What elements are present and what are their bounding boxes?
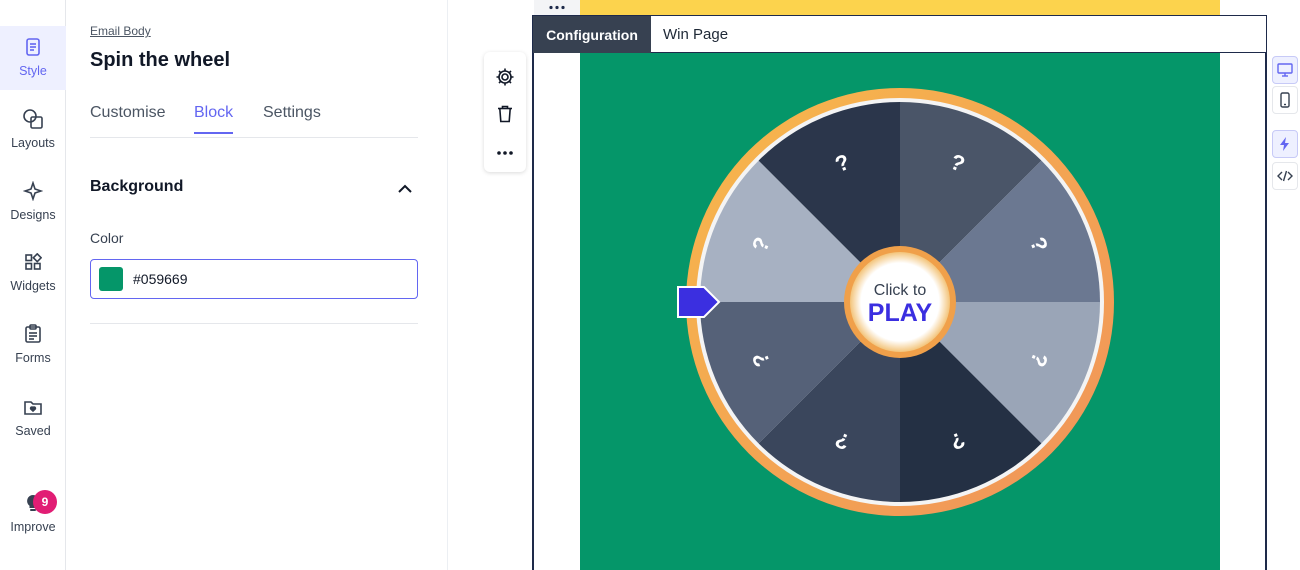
app-root: Style Layouts Designs Widgets Forms Save…: [0, 0, 1300, 570]
forms-icon: [22, 323, 44, 345]
tab-win-page[interactable]: Win Page: [663, 16, 728, 53]
rail-label: Improve: [10, 520, 56, 534]
desktop-icon[interactable]: [1272, 56, 1298, 84]
rail-item-widgets[interactable]: Widgets: [0, 251, 66, 299]
designs-icon: [22, 180, 44, 202]
color-label: Color: [90, 230, 124, 246]
chevron-up-icon[interactable]: [396, 180, 414, 198]
widgets-icon: [22, 251, 44, 273]
saved-icon: [22, 396, 44, 418]
code-icon[interactable]: [1272, 162, 1298, 190]
rail-item-layouts[interactable]: Layouts: [0, 108, 66, 156]
rail-label: Saved: [15, 424, 51, 438]
layouts-icon: [22, 108, 44, 130]
rail-label: Widgets: [10, 279, 56, 293]
hub-text-line1: Click to: [874, 282, 927, 299]
tab-block[interactable]: Block: [194, 104, 234, 134]
tab-settings[interactable]: Settings: [263, 104, 321, 132]
tab-configuration[interactable]: Configuration: [533, 16, 651, 53]
hub-text-line2: PLAY: [868, 299, 933, 327]
rail-item-forms[interactable]: Forms: [0, 323, 66, 371]
wheel-block: ???????? Click to PLAY: [580, 53, 1220, 570]
style-icon: [22, 36, 44, 58]
rail-label: Designs: [10, 208, 56, 222]
tab-customise[interactable]: Customise: [90, 104, 166, 132]
section-title-background: Background: [90, 178, 184, 195]
top-strip: [580, 0, 1220, 15]
lightning-icon[interactable]: [1272, 130, 1298, 158]
color-value: #059669: [133, 271, 188, 287]
mobile-icon[interactable]: [1272, 86, 1298, 114]
left-rail: Style Layouts Designs Widgets Forms Save…: [0, 0, 66, 570]
rail-label: Forms: [15, 351, 51, 365]
settings-panel: Email Body Spin the wheel Customise Bloc…: [66, 0, 448, 570]
view-toolbar: [1270, 52, 1300, 192]
breadcrumb[interactable]: Email Body: [90, 24, 151, 38]
gear-icon[interactable]: [494, 66, 516, 88]
rail-label: Style: [19, 64, 47, 78]
rail-item-improve[interactable]: 9 Improve: [0, 490, 66, 540]
rail-item-style[interactable]: Style: [0, 26, 66, 90]
panel-tabs: Customise Block Settings: [90, 104, 418, 138]
color-swatch[interactable]: [99, 267, 123, 291]
trash-icon[interactable]: [494, 103, 516, 125]
spin-wheel[interactable]: ???????? Click to PLAY: [580, 53, 1220, 570]
more-icon[interactable]: [494, 142, 516, 164]
panel-title: Spin the wheel: [90, 49, 231, 71]
rail-label: Layouts: [11, 136, 55, 150]
drag-handle-icon[interactable]: [534, 0, 580, 15]
notification-badge: 9: [33, 490, 57, 514]
block-toolbar: [484, 52, 526, 172]
editor-tabbar: Configuration Win Page: [532, 15, 1267, 53]
rail-item-designs[interactable]: Designs: [0, 180, 66, 228]
rail-item-saved[interactable]: Saved: [0, 396, 66, 444]
color-field[interactable]: #059669: [90, 259, 418, 299]
divider: [90, 323, 418, 324]
